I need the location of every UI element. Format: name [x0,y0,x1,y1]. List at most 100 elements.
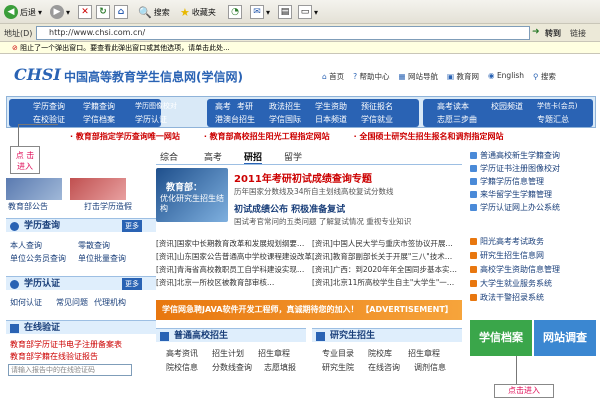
nav-link-zizhu[interactable]: 学生资助 [315,101,347,112]
enroll-rules-link[interactable]: 招生章程 [258,348,290,359]
right-link[interactable]: 普通高校新生学籍查询 [470,150,560,161]
civil-servant-query-link[interactable]: 单位公务员查询 [10,253,66,264]
header-link-sitemap[interactable]: ▦ 网站导航 [399,71,438,82]
query-more-button[interactable]: 更多 [122,220,142,232]
verify-code-input[interactable]: 请输入报告中的在线验证码 [8,364,132,376]
ad-banner[interactable]: 学信网急聘JAVA软件开发工程师，真诚期待您的加入！ 【ADVERTISEMEN… [156,300,462,320]
scattered-query-link[interactable]: 零散查询 [78,240,110,251]
score-line-link[interactable]: 分数线查询 [212,362,252,373]
site-survey-tile[interactable]: 网站调查 [534,320,596,356]
header-link-edu[interactable]: ▣ 教育网 [447,71,479,82]
header-link-home[interactable]: ⌂ 首页 [322,71,344,82]
feature-subheadline[interactable]: 初试成绩公布 积极准备复试 [234,202,345,215]
history-button[interactable]: ◔ [228,4,242,20]
nav-link-gangaotai[interactable]: 港澳台招生 [215,114,255,125]
adjust-info-link[interactable]: 调剂信息 [414,362,446,373]
feature-banner-image[interactable]: 教育部： 优化研究生招生结构 [156,168,228,222]
site-logo[interactable]: CHSI [14,65,61,84]
header-link-search[interactable]: ⚲ 搜索 [533,71,556,82]
online-consult-link[interactable]: 在线咨询 [368,362,400,373]
nav-link-image-check[interactable]: 学历图像校对 [135,101,177,111]
back-button[interactable]: ◀ 后退 ▾ [4,4,42,20]
favorites-button[interactable]: ★ 收藏夹 [180,4,216,20]
anti-fraud-image[interactable] [70,178,126,200]
xuexin-archive-tile[interactable]: 学信档案 [470,320,532,356]
nav-link-xuexin-archive[interactable]: 学信档案 [83,114,115,125]
news-item[interactable]: [资讯]国家中长期教育改革和发展规划纲要… [156,238,304,249]
tab-liuxue[interactable]: 留学 [284,150,302,163]
news-item[interactable]: [资讯]广西：到2020年年全国同步基本实… [312,264,457,275]
tab-yanzhao[interactable]: 研招 [244,150,263,165]
announcement-link[interactable]: 教育部公告 [8,201,48,212]
how-to-auth-link[interactable]: 如何认证 [10,297,42,308]
nav-link-topics[interactable]: 专题汇总 [537,114,569,125]
batch-query-link[interactable]: 单位批量查询 [78,253,126,264]
right-link[interactable]: 学籍学历信息管理 [470,176,544,187]
nav-link-international[interactable]: 学信国际 [269,114,301,125]
news-item[interactable]: [资讯]山东国家公告普通高中学校课程建设改革… [156,251,319,262]
self-query-link[interactable]: 本人查询 [10,240,42,251]
right-link[interactable]: 学历证书注册图像校对 [470,163,560,174]
announcement-item[interactable]: · 教育部指定学历查询唯一网站 [70,131,180,143]
volunteer-link[interactable]: 志愿填报 [264,362,296,373]
right-link[interactable]: 来华留学生学籍管理 [470,189,552,200]
auth-more-button[interactable]: 更多 [122,278,142,290]
nav-link-xueji-query[interactable]: 学籍查询 [83,101,115,112]
nav-link-reader[interactable]: 高考读本 [437,101,469,112]
cert-registration-link[interactable]: 教育部学历证书电子注册备案表 [10,339,122,350]
nav-link-campus[interactable]: 校园频道 [491,101,523,112]
announcement-item[interactable]: · 教育部高校招生阳光工程指定网站 [204,131,330,143]
right-link[interactable]: 阳光高考考试政务 [470,236,544,247]
nav-link-yuzheng[interactable]: 预征报名 [361,101,393,112]
gaokao-news-link[interactable]: 高考资讯 [166,348,198,359]
xueji-verify-link[interactable]: 教育部学籍在线验证报告 [10,351,98,362]
header-link-help[interactable]: ? 帮助中心 [353,71,389,82]
school-db-link[interactable]: 院校库 [368,348,392,359]
anti-fraud-link[interactable]: 打击学历造假 [84,201,132,212]
popup-blocker-bar[interactable]: ⊘ 阻止了一个弹出窗口。要查看此弹出窗口或其他选项，请单击此处... [0,42,600,54]
nav-link-jiuye[interactable]: 学信就业 [361,114,393,125]
refresh-button[interactable]: ↻ [96,4,110,20]
right-link[interactable]: 学历认证网上办公系统 [470,202,560,213]
stop-button[interactable]: ✕ [78,4,92,20]
news-item[interactable]: [资讯]北京11所高校学生自主"大学生"一… [312,277,454,288]
tab-general[interactable]: 综合 [160,150,178,163]
go-button[interactable]: 转到 [545,28,561,39]
school-info-link[interactable]: 院校信息 [166,362,198,373]
right-link[interactable]: 大学生就业服务系统 [470,278,552,289]
right-link[interactable]: 高校学生资助信息管理 [470,264,560,275]
nav-link-card[interactable]: 学信卡(会员) [537,101,577,111]
enroll-plan-link[interactable]: 招生计划 [212,348,244,359]
feature-headline[interactable]: 2011年考研初试成绩查询专题 [234,170,372,185]
nav-link-gaokao[interactable]: 高考 [215,101,231,112]
news-item[interactable]: [资讯]教育部副部长关于开展"三八"技术… [312,251,452,262]
nav-link-xueli-query[interactable]: 学历查询 [33,101,65,112]
faq-link[interactable]: 常见问题 [56,297,88,308]
tab-gaokao[interactable]: 高考 [204,150,222,163]
nav-link-zhiyuan[interactable]: 志愿三步曲 [437,114,477,125]
agency-link[interactable]: 代理机构 [94,297,126,308]
edit-button[interactable]: ▭ ▾ [298,4,318,20]
grad-rules-link[interactable]: 招生章程 [408,348,440,359]
news-item[interactable]: [资讯]中国人民大学与重庆市签协议开展… [312,238,453,249]
right-link[interactable]: 政法干警招录系统 [470,292,544,303]
nav-link-kaoyan[interactable]: 考研 [237,101,253,112]
nav-link-auth[interactable]: 学历认证 [135,114,167,125]
announcement-image[interactable] [6,178,62,200]
mail-button[interactable]: ✉ ▾ [250,4,270,20]
announcement-item[interactable]: · 全国硕士研究生招生报名和调剂指定网站 [354,131,504,143]
right-link[interactable]: 研究生招生信息网 [470,250,544,261]
header-link-english[interactable]: ◉ English [488,71,524,82]
nav-link-japan[interactable]: 日本频道 [315,114,347,125]
links-button[interactable]: 链接 [570,28,586,39]
search-button[interactable]: 🔍 搜索 [138,4,170,20]
forward-button[interactable]: ▶ ▾ [50,4,70,20]
major-catalog-link[interactable]: 专业目录 [322,348,354,359]
news-item[interactable]: [资讯]青海省高校教职员工自学科建设实现… [156,264,304,275]
print-button[interactable]: ▤ [278,4,292,20]
nav-link-zhengfa[interactable]: 政法招生 [269,101,301,112]
news-item[interactable]: [资讯]北京一所校区被教育部审核… [156,277,274,288]
grad-school-link[interactable]: 研究生院 [322,362,354,373]
url-input[interactable]: http://www.chsi.com.cn/ [36,26,530,40]
home-button[interactable]: ⌂ [114,4,128,20]
